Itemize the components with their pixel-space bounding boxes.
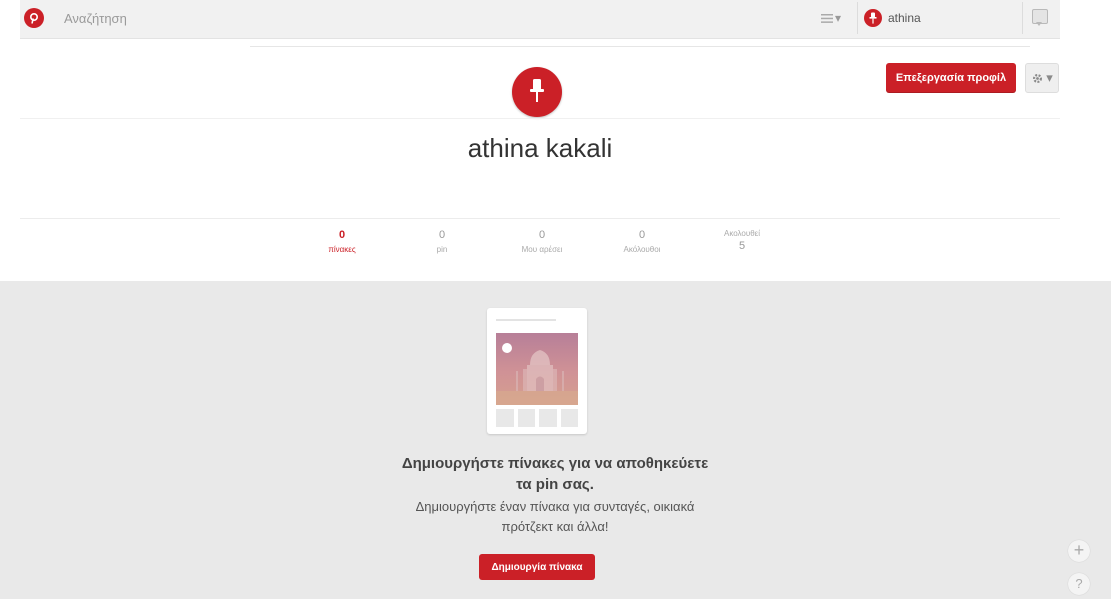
stat-count: 0 xyxy=(438,229,446,241)
stat-label: Ακόλουθοι xyxy=(623,245,661,254)
stat-count: 0 xyxy=(338,229,346,241)
empty-state-description: Δημιουργήστε έναν πίνακα για συνταγές, ο… xyxy=(355,497,755,537)
stat-pins[interactable]: 0 pin xyxy=(392,228,492,272)
profile-name: athina kakali xyxy=(467,133,613,163)
title-line: τα pin σας. xyxy=(516,476,594,493)
divider xyxy=(857,2,858,34)
thumbnail xyxy=(539,409,557,427)
stat-label: πίνακες xyxy=(328,245,356,254)
stat-count: 5 xyxy=(738,240,746,252)
help-button[interactable]: ? xyxy=(1068,573,1090,595)
user-profile-button[interactable]: athina xyxy=(864,6,1014,30)
stat-label: pin xyxy=(436,245,448,254)
stat-followers[interactable]: 0 Ακόλουθοι xyxy=(592,228,692,272)
pushpin-icon xyxy=(530,79,544,102)
hamburger-menu-icon xyxy=(820,13,833,23)
stat-count: 0 xyxy=(538,229,546,241)
empty-state-title: Δημιουργήστε πίνακες για να αποθηκεύετε … xyxy=(355,453,755,495)
description-line: Δημιουργήστε έναν πίνακα για συνταγές, ο… xyxy=(415,499,695,514)
profile-stats-bar: 0 πίνακες 0 pin 0 Μου αρέσει 0 Ακόλουθοι… xyxy=(292,228,792,272)
add-pin-button[interactable]: + xyxy=(1068,540,1090,562)
categories-menu-button[interactable]: ▾ xyxy=(814,8,848,28)
empty-boards-section: Δημιουργήστε πίνακες για να αποθηκεύετε … xyxy=(0,281,1111,599)
description-line: πρότζεκτ και άλλα! xyxy=(501,519,609,534)
stat-likes[interactable]: 0 Μου αρέσει xyxy=(492,228,592,272)
taj-mahal-icon xyxy=(496,350,578,405)
profile-avatar xyxy=(512,67,562,117)
gear-icon xyxy=(1033,73,1043,83)
divider xyxy=(250,46,1030,47)
thumbnail xyxy=(560,409,578,427)
divider xyxy=(20,218,1060,219)
user-avatar-icon xyxy=(864,9,882,27)
search-input[interactable] xyxy=(56,2,801,34)
edit-profile-button[interactable]: Επεξεργασία προφίλ xyxy=(886,63,1016,93)
stat-label: Μου αρέσει xyxy=(521,245,563,254)
thumbnail xyxy=(496,409,514,427)
top-navigation-bar: ▾ athina xyxy=(0,0,1111,44)
chevron-down-icon: ▾ xyxy=(834,11,842,25)
settings-button[interactable]: ▾ xyxy=(1025,63,1059,93)
chevron-down-icon: ▾ xyxy=(1046,70,1053,85)
speech-bubble-icon[interactable] xyxy=(1032,9,1048,26)
stat-boards[interactable]: 0 πίνακες xyxy=(292,228,392,272)
board-cover-image xyxy=(496,333,578,405)
stat-label: Ακολουθεί xyxy=(723,229,761,238)
stat-following[interactable]: Ακολουθεί 5 xyxy=(692,228,792,272)
pinterest-logo-icon[interactable] xyxy=(24,8,44,28)
divider xyxy=(496,319,556,321)
thumbnail xyxy=(517,409,535,427)
stat-count: 0 xyxy=(638,229,646,241)
user-name: athina xyxy=(888,11,921,25)
board-thumbnails xyxy=(496,409,578,427)
divider xyxy=(20,118,1060,119)
create-board-button[interactable]: Δημιουργία πίνακα xyxy=(479,554,595,580)
board-illustration xyxy=(487,308,587,434)
divider xyxy=(1022,2,1023,34)
title-line: Δημιουργήστε πίνακες για να αποθηκεύετε xyxy=(401,455,709,472)
